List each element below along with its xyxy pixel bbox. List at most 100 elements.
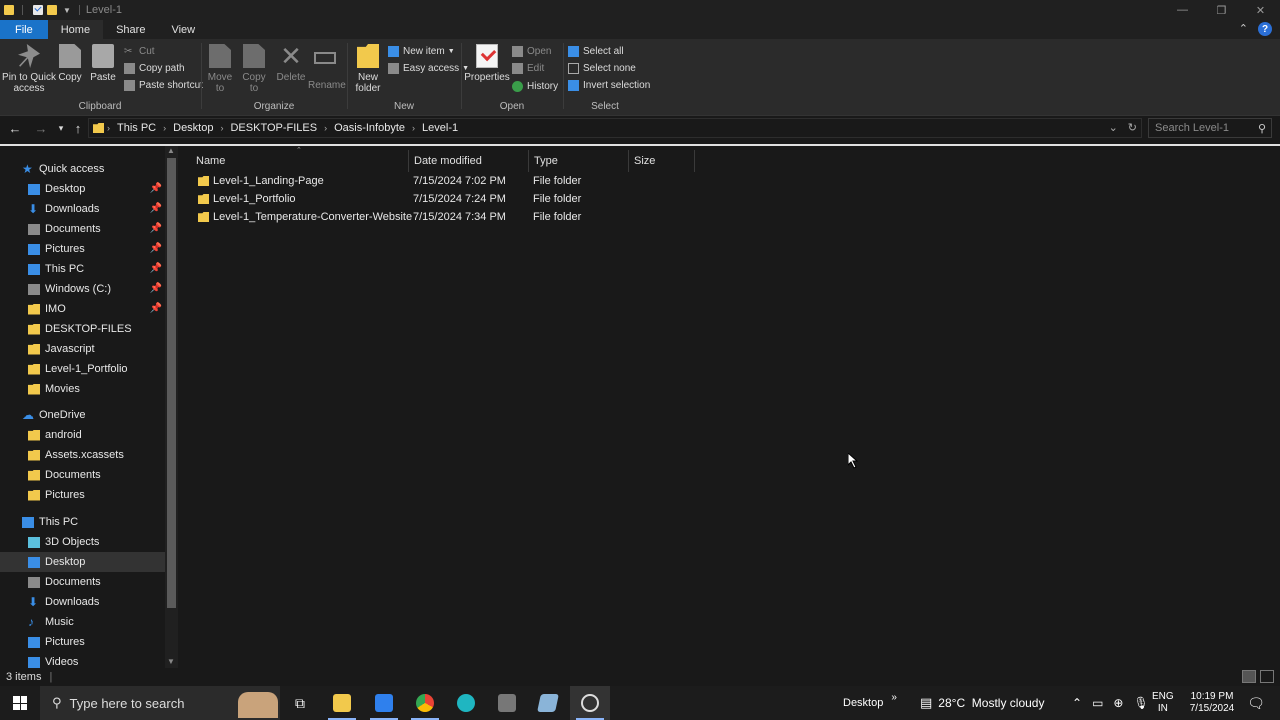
clock[interactable]: 10:19 PM 7/15/2024 <box>1184 686 1240 720</box>
new-folder-button[interactable]: New folder <box>352 44 384 94</box>
edit-button[interactable]: Edit <box>512 61 544 75</box>
sidebar-item-onedrive-documents[interactable]: Documents <box>0 465 165 485</box>
address-bar[interactable]: › This PC › Desktop › DESKTOP-FILES › Oa… <box>88 118 1142 138</box>
help-icon[interactable]: ? <box>1258 22 1272 36</box>
language-indicator[interactable]: ENG IN <box>1152 686 1174 720</box>
calculator-taskbar-button[interactable] <box>487 686 527 720</box>
quick-access-item[interactable]: ★ Quick access <box>0 159 165 179</box>
maximize-button[interactable]: ❐ <box>1202 0 1241 20</box>
up-arrow-icon[interactable]: ↑ <box>69 119 87 137</box>
tab-file[interactable]: File <box>0 20 48 39</box>
sidebar-item-pictures[interactable]: Pictures 📌 <box>0 239 165 259</box>
chevron-right-icon[interactable]: › <box>412 123 415 133</box>
chevron-right-icon[interactable]: › <box>324 123 327 133</box>
new-item-button[interactable]: New item ▼ <box>388 44 455 58</box>
sidebar-item-desktop-files[interactable]: DESKTOP-FILES <box>0 319 165 339</box>
breadcrumb-desktop[interactable]: Desktop <box>173 122 213 134</box>
sidebar-item-videos[interactable]: Videos <box>0 652 165 668</box>
sidebar-item-movies[interactable]: Movies <box>0 379 165 399</box>
close-button[interactable]: ✕ <box>1241 0 1280 20</box>
tab-view[interactable]: View <box>158 20 208 39</box>
chevron-double-right-icon[interactable]: » <box>891 692 897 703</box>
sidebar-item-pc-pictures[interactable]: Pictures <box>0 632 165 652</box>
sidebar-item-pc-downloads[interactable]: ⬇ Downloads <box>0 592 165 612</box>
recent-locations-chevron-icon[interactable]: ▾ <box>52 119 70 137</box>
rename-button[interactable]: Rename <box>308 44 346 91</box>
breadcrumb-level-1[interactable]: Level-1 <box>422 122 458 134</box>
table-row[interactable]: Level-1_Portfolio 7/15/2024 7:24 PM File… <box>196 190 696 208</box>
sidebar-item-downloads[interactable]: ⬇ Downloads 📌 <box>0 199 165 219</box>
table-row[interactable]: Level-1_Temperature-Converter-Website 7/… <box>196 208 696 226</box>
vscode-taskbar-button[interactable] <box>364 686 404 720</box>
sidebar-item-desktop[interactable]: Desktop 📌 <box>0 179 165 199</box>
address-dropdown-chevron-icon[interactable]: ⌄ <box>1109 121 1118 134</box>
open-button[interactable]: Open <box>512 44 551 58</box>
forward-arrow-icon[interactable]: → <box>32 119 50 137</box>
show-hidden-icons-chevron-icon[interactable]: ⌃ <box>1072 696 1082 710</box>
delete-button[interactable]: ✕ Delete <box>276 43 306 83</box>
sidebar-item-pc-documents[interactable]: Documents <box>0 572 165 592</box>
nav-scrollbar[interactable]: ▲ ▼ <box>165 146 178 668</box>
chevron-right-icon[interactable]: › <box>107 123 110 133</box>
properties-button[interactable]: Properties <box>464 44 510 83</box>
sidebar-item-level-1-portfolio[interactable]: Level-1_Portfolio <box>0 359 165 379</box>
chevron-up-icon[interactable]: ⌃ <box>1239 22 1248 36</box>
sidebar-item-imo[interactable]: IMO 📌 <box>0 299 165 319</box>
sidebar-item-this-pc[interactable]: This PC 📌 <box>0 259 165 279</box>
task-view-button[interactable]: ⧉ <box>280 686 320 720</box>
breadcrumb-desktop-files[interactable]: DESKTOP-FILES <box>230 122 317 134</box>
copy-to-button[interactable]: Copy to <box>240 44 268 94</box>
select-none-button[interactable]: Select none <box>568 61 636 75</box>
back-arrow-icon[interactable]: ← <box>6 119 24 137</box>
column-header-name[interactable]: Name <box>191 150 409 172</box>
copy-path-button[interactable]: Copy path <box>124 61 185 75</box>
refresh-icon[interactable]: ↻ <box>1128 121 1137 134</box>
cut-button[interactable]: ✂ Cut <box>124 44 155 58</box>
weather-widget[interactable]: ▤ 28°C Mostly cloudy <box>920 686 1044 720</box>
search-icon[interactable]: ⚲ <box>1258 122 1266 135</box>
notification-center-button[interactable]: 🗨 <box>1244 686 1268 720</box>
new-folder-quick-icon[interactable] <box>47 5 57 15</box>
scroll-up-icon[interactable]: ▲ <box>167 146 175 155</box>
easy-access-button[interactable]: Easy access ▼ <box>388 61 469 75</box>
sidebar-item-documents[interactable]: Documents 📌 <box>0 219 165 239</box>
chrome-taskbar-button[interactable] <box>405 686 445 720</box>
scrollbar-thumb[interactable] <box>167 158 176 608</box>
sidebar-item-3d-objects[interactable]: 3D Objects <box>0 532 165 552</box>
app-taskbar-button[interactable] <box>528 686 568 720</box>
obs-taskbar-button[interactable] <box>570 686 610 720</box>
sidebar-item-android[interactable]: android <box>0 425 165 445</box>
search-input[interactable]: Search Level-1 <box>1155 122 1258 134</box>
edge-taskbar-button[interactable] <box>446 686 486 720</box>
chevron-right-icon[interactable]: › <box>220 123 223 133</box>
table-row[interactable]: Level-1_Landing-Page 7/15/2024 7:02 PM F… <box>196 172 696 190</box>
sidebar-item-pc-desktop[interactable]: Desktop <box>0 552 165 572</box>
history-button[interactable]: History <box>512 79 558 93</box>
onedrive-item[interactable]: ☁ OneDrive <box>0 405 165 425</box>
sidebar-item-windows-c[interactable]: Windows (C:) 📌 <box>0 279 165 299</box>
file-explorer-taskbar-button[interactable] <box>322 686 362 720</box>
breadcrumb-this-pc[interactable]: This PC <box>117 122 156 134</box>
sidebar-item-music[interactable]: ♪ Music <box>0 612 165 632</box>
paste-button[interactable]: Paste <box>90 44 116 83</box>
microphone-icon[interactable]: 🎙 <box>1133 696 1148 710</box>
select-all-button[interactable]: Select all <box>568 44 624 58</box>
minimize-button[interactable]: — <box>1163 0 1202 20</box>
this-pc-item[interactable]: This PC <box>0 512 165 532</box>
taskbar-search[interactable]: ⚲ Type here to search <box>40 686 280 720</box>
column-header-type[interactable]: Type <box>529 150 629 172</box>
tab-share[interactable]: Share <box>103 20 158 39</box>
breadcrumb-oasis-infobyte[interactable]: Oasis-Infobyte <box>334 122 405 134</box>
properties-quick-icon[interactable] <box>33 5 43 15</box>
pin-to-quick-access-button[interactable]: Pin to Quick access <box>2 44 56 94</box>
network-globe-icon[interactable]: ⊕ <box>1113 696 1123 710</box>
details-view-button[interactable] <box>1242 670 1256 683</box>
battery-icon[interactable]: ▭ <box>1092 696 1103 710</box>
start-button[interactable] <box>0 686 40 720</box>
column-header-size[interactable]: Size <box>629 150 695 172</box>
chevron-right-icon[interactable]: › <box>163 123 166 133</box>
chevron-down-icon[interactable]: ▼ <box>63 6 71 15</box>
sidebar-item-javascript[interactable]: Javascript <box>0 339 165 359</box>
search-box[interactable]: Search Level-1 ⚲ <box>1148 118 1272 138</box>
paste-shortcut-button[interactable]: Paste shortcut <box>124 78 203 92</box>
